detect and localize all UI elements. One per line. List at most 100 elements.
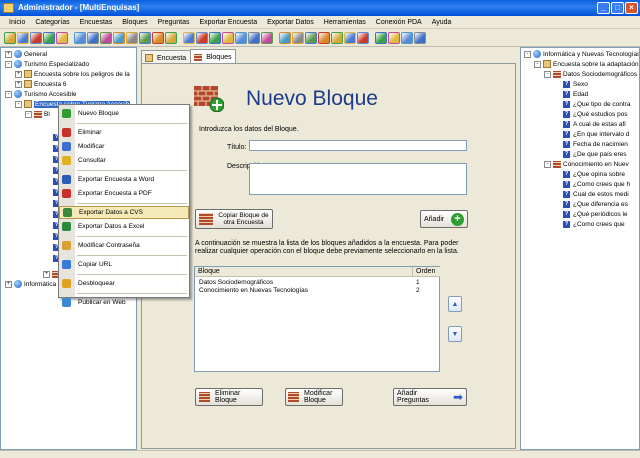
tree-item[interactable]: ? ¿Que diferencia es bbox=[554, 199, 628, 209]
minimize-icon[interactable]: _ bbox=[597, 2, 610, 14]
collapse-icon[interactable]: - bbox=[25, 110, 32, 118]
tree-item[interactable]: ? ¿Que tipo de contra bbox=[554, 99, 630, 109]
help-icon[interactable] bbox=[414, 31, 426, 44]
menu-conexion-pda[interactable]: Conexión PDA bbox=[371, 16, 427, 28]
stop-icon[interactable] bbox=[30, 31, 42, 44]
doc-icon[interactable] bbox=[401, 31, 413, 44]
edit-icon[interactable] bbox=[165, 31, 177, 44]
users-icon[interactable] bbox=[113, 31, 125, 44]
tree-item[interactable]: + Informática bbox=[5, 279, 56, 289]
context-menu-item[interactable]: Publicar en Web bbox=[59, 296, 189, 309]
context-menu-item[interactable]: Nuevo Bloque bbox=[59, 107, 189, 120]
table-icon[interactable] bbox=[222, 31, 234, 44]
context-menu-item[interactable]: Consultar bbox=[59, 154, 189, 167]
tree-item[interactable]: - Turismo Especializado bbox=[5, 59, 89, 69]
chart-icon[interactable] bbox=[248, 31, 260, 44]
table-row[interactable]: Conocimiento en Nuevas Tecnologías bbox=[199, 287, 308, 296]
tree-item[interactable]: ? ¿En que intervalo d bbox=[554, 129, 629, 139]
menu-exportar-datos[interactable]: Exportar Datos bbox=[262, 16, 319, 28]
collapse-icon[interactable]: - bbox=[5, 60, 12, 68]
export-icon[interactable] bbox=[209, 31, 221, 44]
expand-icon[interactable]: + bbox=[5, 50, 12, 58]
tree-item[interactable]: + Encuesta 6 bbox=[15, 79, 67, 89]
add-questions-button[interactable]: Añadir Preguntas ➡ bbox=[393, 388, 467, 406]
pdf-icon[interactable] bbox=[318, 31, 330, 44]
save-icon[interactable] bbox=[87, 31, 99, 44]
tree-item[interactable]: ? ¿Como crees que h bbox=[554, 179, 630, 189]
tree-item[interactable]: - Turismo Accesible bbox=[5, 89, 77, 99]
maximize-icon[interactable]: □ bbox=[611, 2, 624, 14]
pdf-icon[interactable] bbox=[279, 31, 291, 44]
excel-icon[interactable] bbox=[344, 31, 356, 44]
tree-item[interactable]: ? Cual de estos medi bbox=[554, 189, 629, 199]
tree-item[interactable]: ? ¿De que país eres bbox=[554, 149, 626, 159]
question-icon[interactable] bbox=[305, 31, 317, 44]
menu-exportar-encuesta[interactable]: Exportar Encuesta bbox=[195, 16, 263, 28]
people-icon[interactable] bbox=[183, 31, 195, 44]
tab-bloques[interactable]: Bloques bbox=[190, 49, 237, 63]
chart-icon[interactable] bbox=[235, 31, 247, 44]
move-up-button[interactable]: ▲ bbox=[448, 296, 462, 312]
tree-item[interactable]: ? Edad bbox=[554, 89, 588, 99]
table-cell-orden[interactable]: 2 bbox=[416, 287, 420, 296]
menu-ayuda[interactable]: Ayuda bbox=[427, 16, 457, 28]
context-menu-item[interactable]: Eliminar bbox=[59, 126, 189, 139]
tree-item[interactable]: - Datos Sociodemográficos bbox=[544, 69, 637, 79]
column-header-orden[interactable]: Orden bbox=[413, 267, 440, 277]
add-button[interactable]: Añadir + bbox=[420, 210, 468, 228]
collapse-icon[interactable]: - bbox=[15, 100, 22, 108]
tree-item[interactable]: ? Fecha de nacimien bbox=[554, 139, 628, 149]
collapse-icon[interactable]: - bbox=[5, 90, 12, 98]
key-icon[interactable] bbox=[196, 31, 208, 44]
context-menu-item[interactable]: Copiar URL bbox=[59, 258, 189, 271]
expand-icon[interactable]: + bbox=[15, 80, 22, 88]
expand-icon[interactable]: + bbox=[15, 70, 22, 78]
tree-item[interactable]: + Encuesta sobre los peligros de la bbox=[15, 69, 130, 79]
collapse-icon[interactable]: - bbox=[544, 160, 551, 168]
word-icon[interactable] bbox=[331, 31, 343, 44]
menu-inicio[interactable]: Inicio bbox=[4, 16, 30, 28]
tree-item[interactable]: - Encuesta sobre la adaptación bbox=[534, 59, 639, 69]
collapse-icon[interactable]: - bbox=[534, 60, 541, 68]
grid-icon[interactable] bbox=[139, 31, 151, 44]
doc-icon[interactable] bbox=[261, 31, 273, 44]
folder-icon[interactable] bbox=[56, 31, 68, 44]
delete-block-button[interactable]: Eliminar Bloque bbox=[195, 388, 263, 406]
tree-item[interactable]: - Informática y Nuevas Tecnologías bbox=[524, 49, 639, 59]
menu-bloques[interactable]: Bloques bbox=[117, 16, 152, 28]
tree-item[interactable]: ? ¿Como crees que bbox=[554, 219, 625, 229]
menu-herramientas[interactable]: Herramientas bbox=[319, 16, 371, 28]
modify-block-button[interactable]: Modificar Bloque bbox=[285, 388, 343, 406]
menu-preguntas[interactable]: Preguntas bbox=[153, 16, 195, 28]
tab-encuesta[interactable]: Encuesta bbox=[141, 50, 192, 63]
doc-icon[interactable] bbox=[152, 31, 164, 44]
context-menu-item[interactable]: Modificar Contraseña bbox=[59, 239, 189, 252]
mail-icon[interactable] bbox=[17, 31, 29, 44]
context-menu-item[interactable]: Exportar Datos a CVS bbox=[59, 206, 189, 219]
plus-icon[interactable] bbox=[375, 31, 387, 44]
mail-icon[interactable] bbox=[74, 31, 86, 44]
tree-item[interactable]: - Conocimiento en Nuev bbox=[544, 159, 629, 169]
close-icon[interactable]: × bbox=[625, 2, 638, 14]
print-icon[interactable] bbox=[388, 31, 400, 44]
descripcion-textarea[interactable] bbox=[249, 163, 467, 195]
context-menu-item[interactable]: Exportar Encuesta a PDF bbox=[59, 187, 189, 200]
menu-encuestas[interactable]: Encuestas bbox=[75, 16, 118, 28]
context-menu-item[interactable]: Exportar Datos a Excel bbox=[59, 220, 189, 233]
copy-block-button[interactable]: Copiar Bloque de otra Encuesta bbox=[195, 209, 273, 229]
column-header-bloque[interactable]: Bloque bbox=[195, 267, 413, 277]
doc-icon[interactable] bbox=[126, 31, 138, 44]
titulo-input[interactable] bbox=[249, 140, 467, 151]
tree-item[interactable]: ? ¿Qué estudios pos bbox=[554, 109, 628, 119]
collapse-icon[interactable]: - bbox=[544, 70, 551, 78]
tree-item[interactable]: ? A cual de estas afi bbox=[554, 119, 626, 129]
tree-item[interactable]: ? ¿Qué periódicos le bbox=[554, 209, 628, 219]
context-menu-item[interactable]: Modificar bbox=[59, 140, 189, 153]
collapse-icon[interactable]: - bbox=[524, 50, 531, 58]
lock-icon[interactable] bbox=[4, 31, 16, 44]
tree-item[interactable]: ? Sexo bbox=[554, 79, 588, 89]
expand-icon[interactable]: + bbox=[43, 270, 50, 278]
context-menu-item[interactable]: Desbloquear bbox=[59, 277, 189, 290]
tree-item[interactable]: ? ¿Que opina sobre bbox=[554, 169, 625, 179]
tree-item[interactable]: + General bbox=[5, 49, 47, 59]
